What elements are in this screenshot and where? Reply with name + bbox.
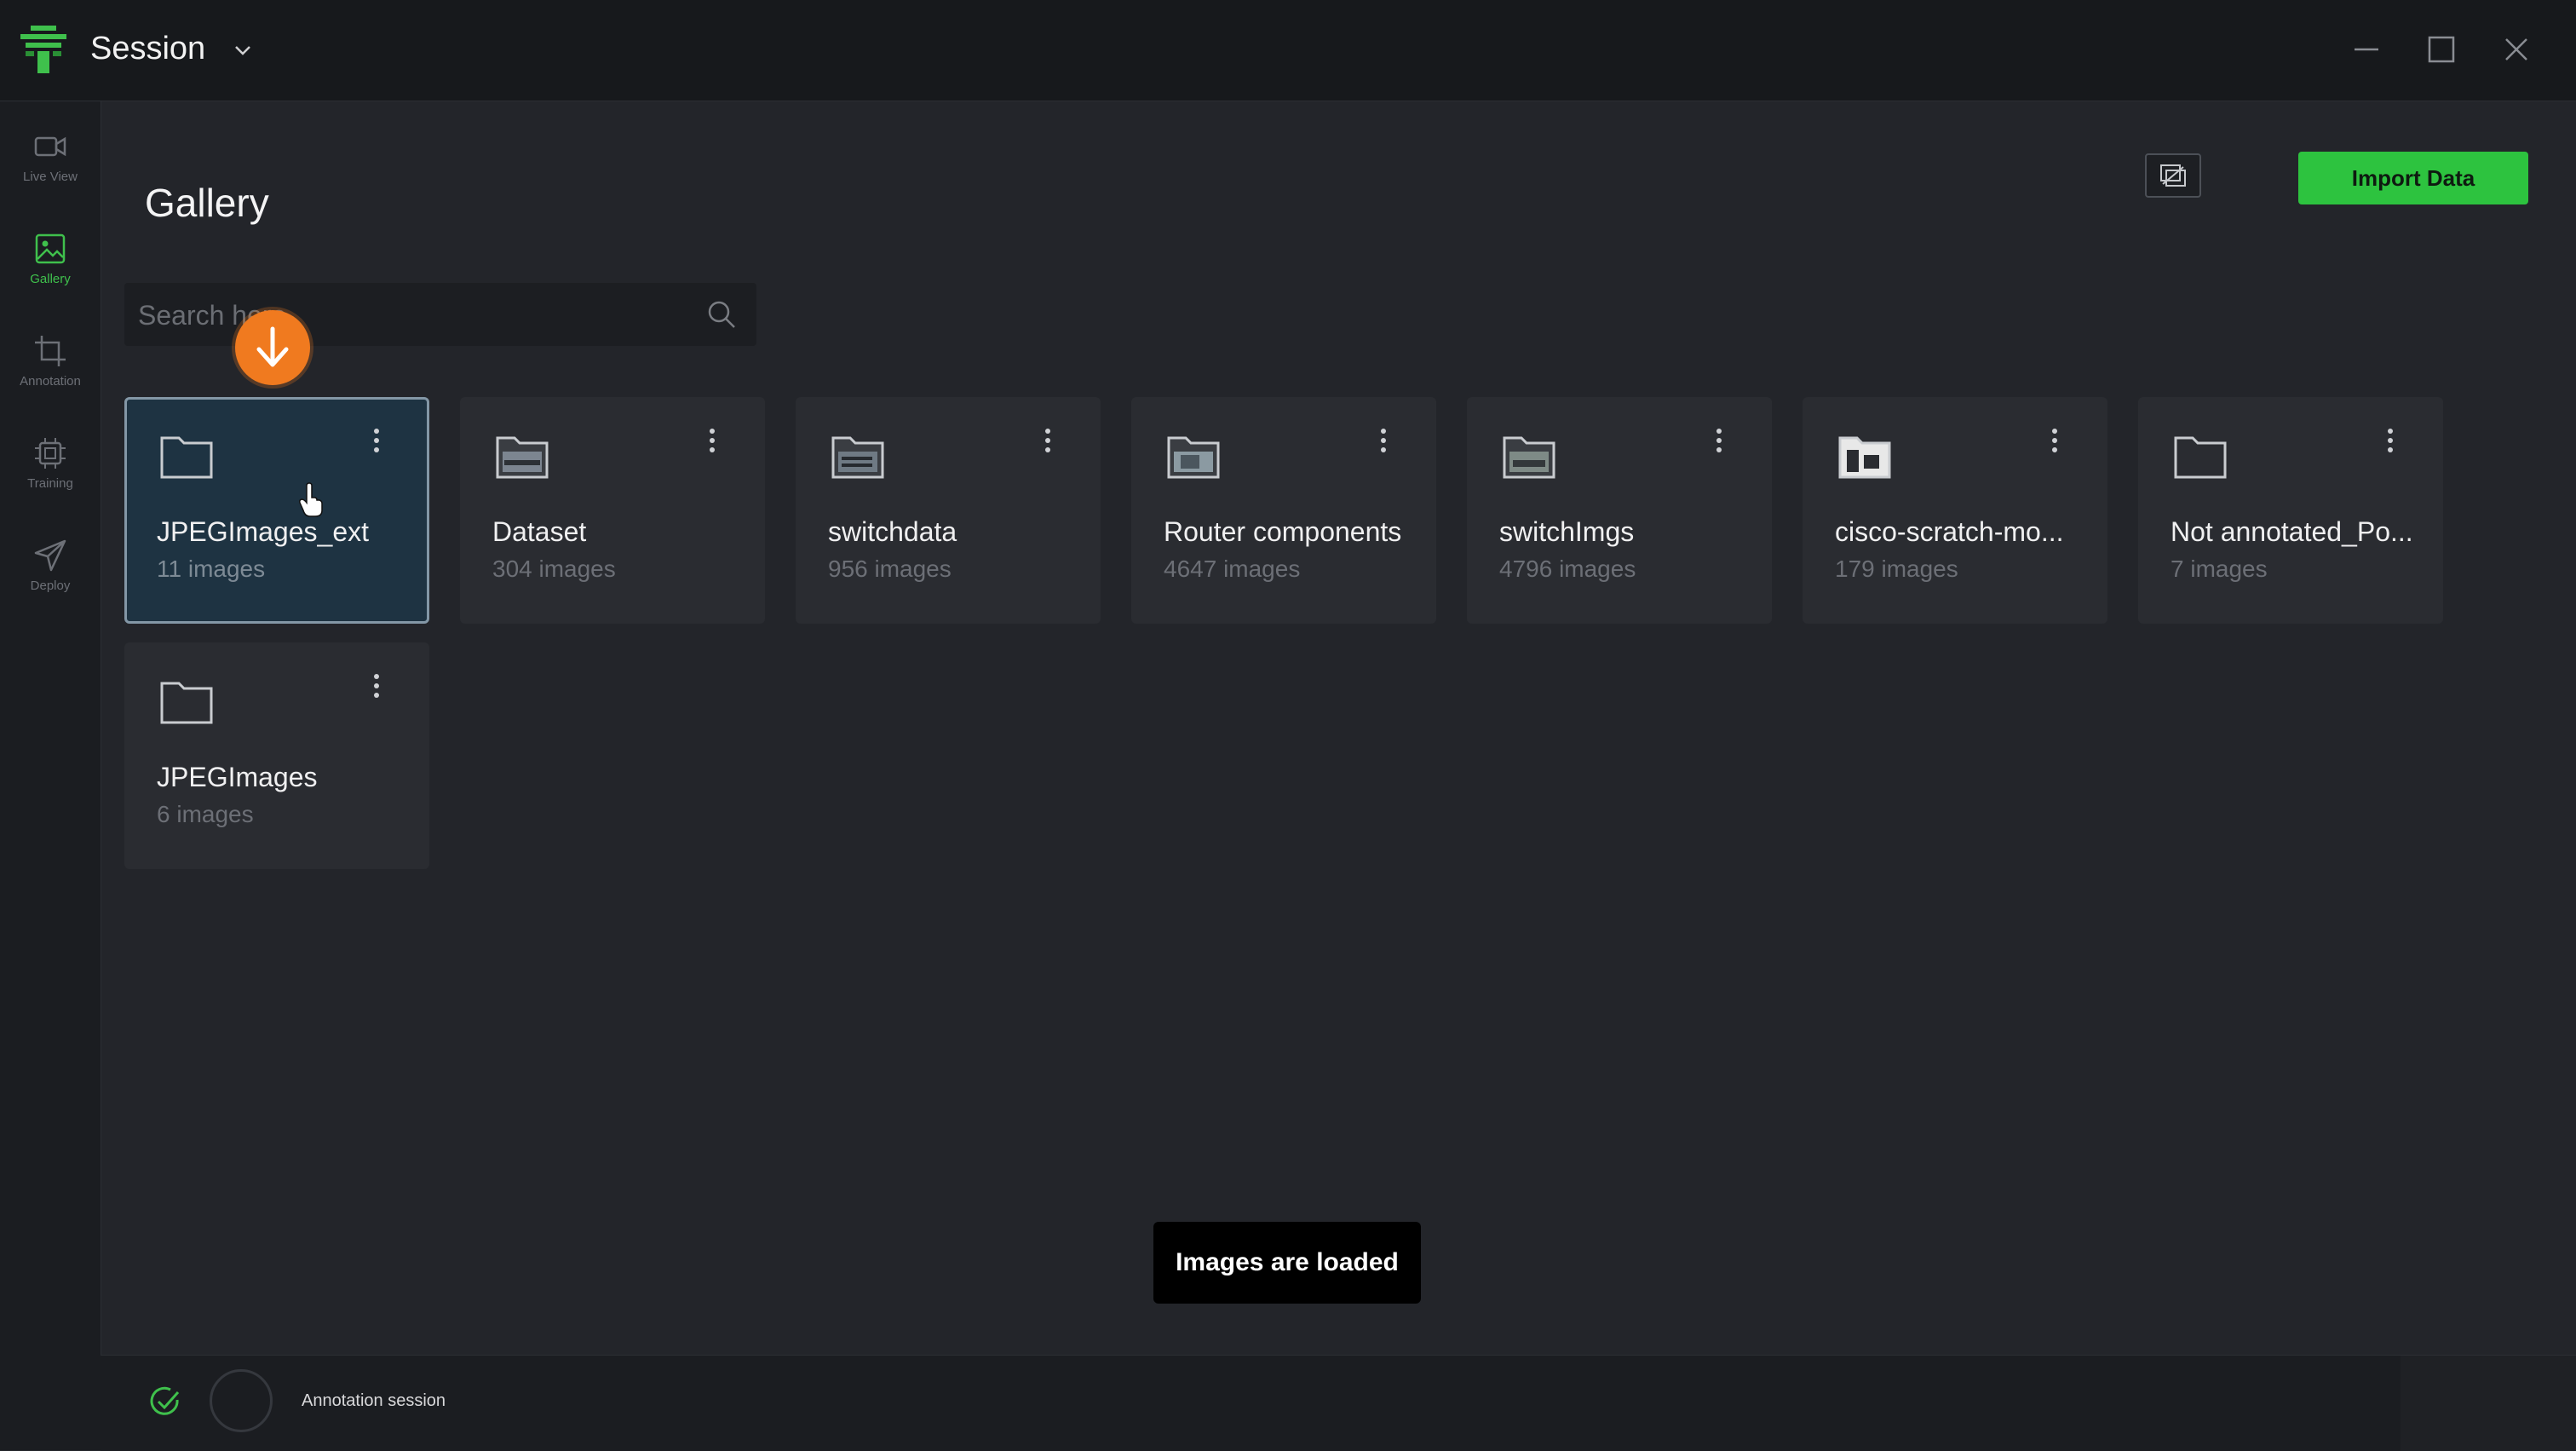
folder-name: cisco-scratch-mo... (1835, 516, 2064, 547)
folder-card[interactable]: switchImgs 4796 images (1467, 397, 1772, 624)
folder-image-count: 6 images (157, 801, 254, 827)
folder-card[interactable]: switchdata 956 images (796, 397, 1101, 624)
search-box (124, 283, 756, 346)
folder-card[interactable]: cisco-scratch-mo... 179 images (1803, 397, 2107, 624)
status-bar: Annotation session (101, 1355, 2576, 1451)
folder-image-count: 956 images (828, 556, 952, 582)
folder-name: Router components (1164, 516, 1402, 547)
empty-folder-icon (160, 436, 213, 479)
close-icon[interactable] (2499, 32, 2533, 66)
image-icon (35, 233, 66, 264)
sidebar-item-label: Deploy (30, 579, 71, 593)
crop-icon (35, 336, 66, 366)
sidebar-item-deploy[interactable]: Deploy (0, 538, 101, 623)
folder-card[interactable]: JPEGImages_ext 11 images (124, 397, 429, 624)
more-options-icon[interactable] (704, 426, 721, 455)
title-bar: Session (0, 0, 2576, 101)
view-toggle-button[interactable] (2145, 153, 2201, 198)
more-options-icon[interactable] (368, 671, 385, 700)
folder-preview-icon (831, 436, 884, 479)
session-title[interactable]: Session (90, 31, 205, 67)
folder-image-count: 304 images (492, 556, 616, 582)
app-logo (20, 26, 66, 73)
chevron-down-icon[interactable] (232, 39, 254, 61)
folder-card[interactable]: Not annotated_Po... 7 images (2138, 397, 2443, 624)
maximize-icon[interactable] (2424, 32, 2458, 66)
folder-name: Not annotated_Po... (2171, 516, 2413, 547)
check-circle-icon (150, 1386, 180, 1415)
search-input[interactable] (136, 293, 685, 337)
sidebar-item-label: Gallery (30, 272, 71, 286)
more-options-icon[interactable] (1711, 426, 1728, 455)
sidebar-item-label: Annotation (20, 374, 81, 389)
minimize-icon[interactable] (2349, 32, 2383, 66)
folder-image-count: 179 images (1835, 556, 1958, 582)
sidebar-item-label: Training (27, 476, 73, 491)
video-camera-icon (34, 136, 66, 157)
sidebar-item-label: Live View (23, 170, 78, 184)
folder-name: JPEGImages_ext (157, 516, 369, 547)
sidebar-item-gallery[interactable]: Gallery (0, 231, 101, 316)
step-marker (235, 310, 310, 385)
sidebar-item-training[interactable]: Training (0, 435, 101, 521)
images-toggle-icon (2160, 164, 2186, 187)
toast-notification: Images are loaded (1153, 1222, 1421, 1304)
status-panel (2401, 1356, 2576, 1451)
more-options-icon[interactable] (1375, 426, 1392, 455)
sidebar-item-live-view[interactable]: Live View (0, 129, 101, 214)
sidebar: Live View Gallery Annotation Training De… (0, 101, 101, 1450)
empty-folder-icon (160, 682, 213, 724)
folder-preview-icon (1167, 436, 1220, 479)
progress-ring (210, 1369, 273, 1432)
folder-preview-icon (1503, 436, 1555, 479)
folder-name: Dataset (492, 516, 587, 547)
folder-card[interactable]: JPEGImages 6 images (124, 642, 429, 869)
send-icon (34, 539, 66, 572)
search-icon[interactable] (705, 298, 738, 331)
folder-card[interactable]: Router components 4647 images (1131, 397, 1436, 624)
chip-icon (35, 438, 66, 469)
more-options-icon[interactable] (2046, 426, 2063, 455)
more-options-icon[interactable] (2382, 426, 2399, 455)
hand-cursor-icon (299, 482, 323, 517)
folder-name: JPEGImages (157, 762, 318, 792)
more-options-icon[interactable] (368, 426, 385, 455)
folder-name: switchImgs (1499, 516, 1635, 547)
folder-name: switchdata (828, 516, 957, 547)
status-label: Annotation session (302, 1391, 446, 1410)
folder-preview-icon (496, 436, 549, 479)
folder-image-count: 11 images (157, 556, 266, 582)
empty-folder-icon (2174, 436, 2227, 479)
folder-card[interactable]: Dataset 304 images (460, 397, 765, 624)
more-options-icon[interactable] (1039, 426, 1056, 455)
sidebar-item-annotation[interactable]: Annotation (0, 333, 101, 418)
page-title: Gallery (145, 180, 269, 225)
folder-image-count: 4647 images (1164, 556, 1301, 582)
folder-preview-icon (1838, 436, 1891, 479)
folder-image-count: 7 images (2171, 556, 2268, 582)
folder-image-count: 4796 images (1499, 556, 1636, 582)
arrow-down-icon (256, 326, 289, 367)
import-data-button[interactable]: Import Data (2298, 152, 2528, 204)
